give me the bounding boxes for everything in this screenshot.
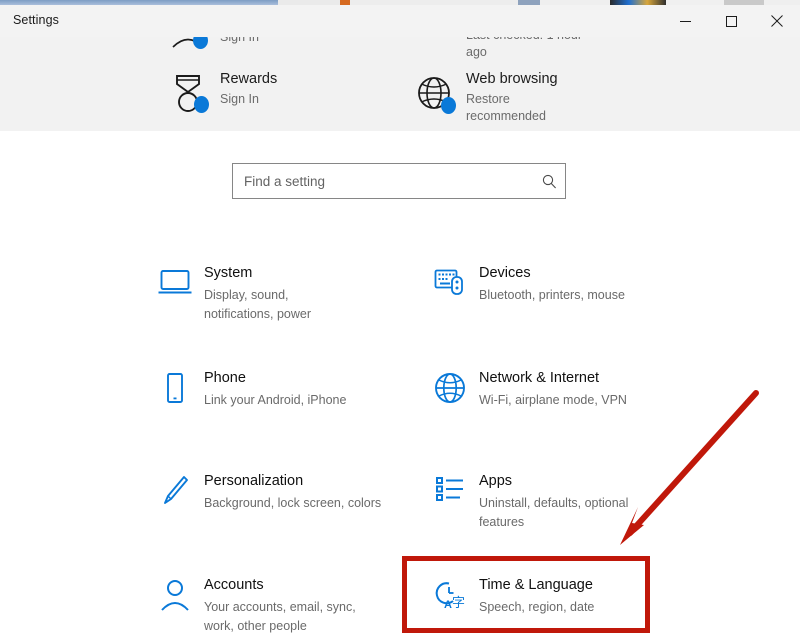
header-tile-web-browsing-title: Web browsing [466, 70, 576, 88]
category-system-title: System [204, 265, 356, 282]
search-input[interactable] [233, 164, 533, 198]
rewards-icon [162, 70, 214, 118]
category-network-sub: Wi-Fi, airplane mode, VPN [479, 391, 627, 409]
search-icon[interactable] [533, 174, 565, 189]
category-personalization-sub: Background, lock screen, colors [204, 494, 381, 512]
header-tile-update-sub: Last checked: 1 hour ago [466, 37, 596, 61]
category-devices-title: Devices [479, 265, 625, 282]
category-system-sub: Display, sound, notifications, power [204, 286, 356, 322]
header-tile-web-browsing-sub: Restore recommended [466, 91, 576, 125]
category-apps-sub: Uninstall, defaults, optional features [479, 494, 631, 530]
category-accounts-title: Accounts [204, 577, 364, 594]
phone-icon [146, 370, 204, 406]
svg-text:字: 字 [452, 596, 465, 611]
window-title: Settings [13, 13, 59, 27]
minimize-icon [680, 16, 691, 27]
update-icon [408, 37, 460, 51]
minimize-button[interactable] [662, 5, 708, 37]
close-button[interactable] [754, 5, 800, 37]
category-accounts-sub: Your accounts, email, sync, work, other … [204, 598, 364, 634]
header-tile-update[interactable]: Last checked: 1 hour ago [408, 37, 596, 61]
system-monitor-icon [146, 265, 204, 299]
search-box[interactable] [232, 163, 566, 199]
title-bar[interactable]: Settings [0, 5, 800, 37]
maximize-button[interactable] [708, 5, 754, 37]
category-phone-title: Phone [204, 370, 346, 387]
person-icon [146, 577, 204, 613]
maximize-icon [726, 16, 737, 27]
category-devices-sub: Bluetooth, printers, mouse [479, 286, 625, 304]
apps-list-icon [421, 473, 479, 503]
devices-keyboard-icon [421, 265, 479, 297]
account-icon [162, 37, 214, 51]
category-devices[interactable]: Devices Bluetooth, printers, mouse [421, 265, 671, 305]
category-network[interactable]: Network & Internet Wi-Fi, airplane mode,… [421, 370, 671, 410]
header-tile-rewards-sub: Sign In [220, 91, 277, 108]
category-phone-sub: Link your Android, iPhone [204, 391, 346, 409]
category-time-language-sub: Speech, region, date [479, 598, 594, 616]
paintbrush-icon [146, 473, 204, 509]
category-network-title: Network & Internet [479, 370, 627, 387]
close-icon [771, 15, 783, 27]
category-accounts[interactable]: Accounts Your accounts, email, sync, wor… [146, 577, 396, 635]
clock-language-icon: A 字 [421, 577, 479, 611]
category-time-language-title: Time & Language [479, 577, 594, 594]
category-apps[interactable]: Apps Uninstall, defaults, optional featu… [421, 473, 671, 531]
header-tile-account-sub: Sign In [220, 37, 259, 46]
category-phone[interactable]: Phone Link your Android, iPhone [146, 370, 396, 410]
header-band: Sign In Last checked: 1 hour ago [0, 37, 800, 131]
header-tile-rewards[interactable]: Rewards Sign In [162, 70, 277, 118]
category-apps-title: Apps [479, 473, 631, 490]
svg-text:A: A [444, 599, 452, 611]
category-time-language[interactable]: A 字 Time & Language Speech, region, date [421, 577, 671, 617]
header-tile-rewards-title: Rewards [220, 70, 277, 88]
header-tile-account[interactable]: Sign In [162, 37, 259, 51]
globe-icon [421, 370, 479, 404]
category-personalization[interactable]: Personalization Background, lock screen,… [146, 473, 396, 513]
header-tile-web-browsing[interactable]: Web browsing Restore recommended [408, 70, 576, 125]
rewards-badge [194, 96, 209, 113]
category-personalization-title: Personalization [204, 473, 381, 490]
category-system[interactable]: System Display, sound, notifications, po… [146, 265, 396, 323]
settings-window: Settings [0, 5, 800, 633]
web-browsing-badge [441, 97, 456, 114]
web-browsing-icon [408, 70, 460, 118]
